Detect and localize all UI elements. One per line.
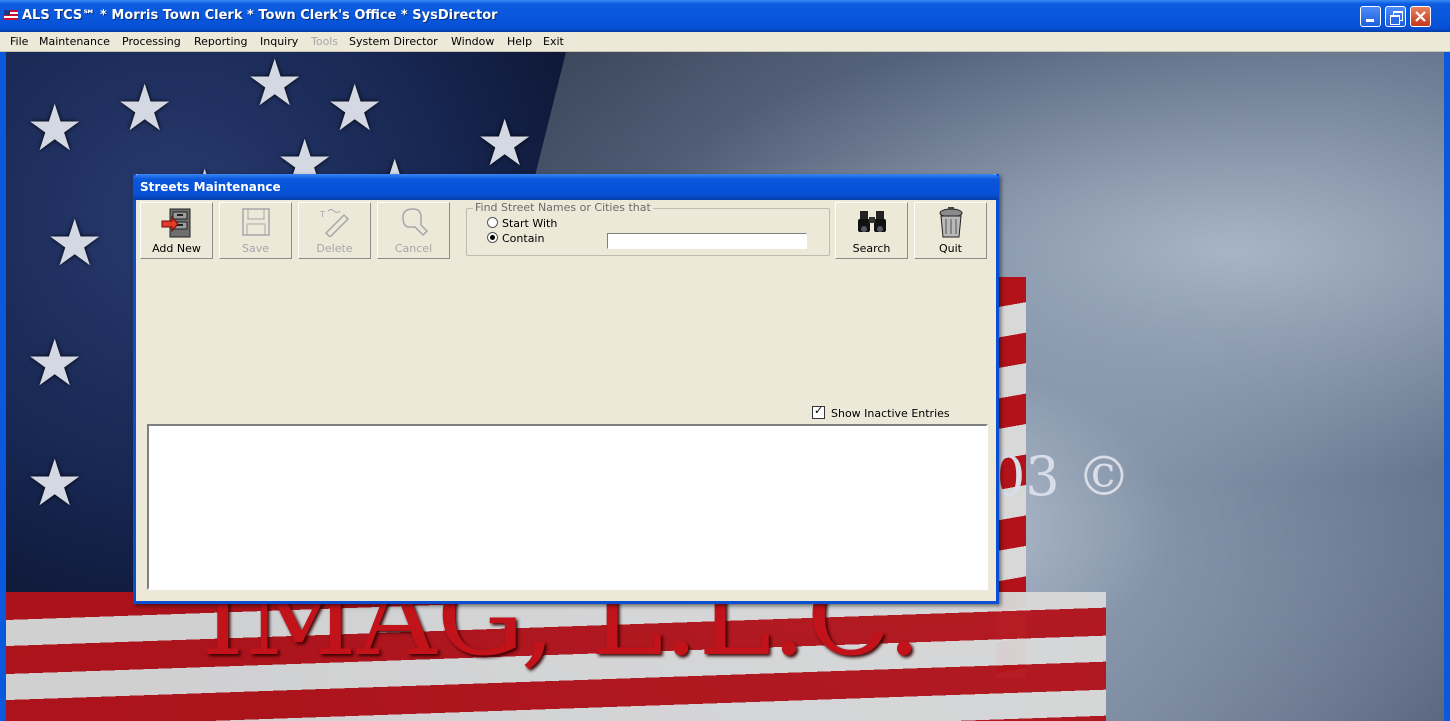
cancel-button[interactable]: Cancel [377,202,450,259]
star-icon: ★ [116,72,174,146]
minimize-icon [1366,19,1374,22]
menu-window[interactable]: Window [451,35,494,48]
quit-button[interactable]: Quit [914,202,987,259]
radio-contain-dot [487,232,498,243]
show-inactive-checkbox[interactable]: Show Inactive Entries [812,404,950,420]
radio-contain-label: Contain [502,232,545,245]
streets-maintenance-dialog: Streets Maintenance Add New Save T Delet… [133,174,999,604]
svg-text:T: T [319,210,325,219]
star-icon: ★ [26,92,84,166]
menu-reporting[interactable]: Reporting [194,35,247,48]
binoculars-icon [857,211,886,232]
trash-can-icon [939,207,962,238]
search-label: Search [852,242,891,255]
find-group-legend: Find Street Names or Cities that [473,201,653,214]
menu-help[interactable]: Help [507,35,532,48]
restore-icon-front [1390,15,1400,25]
star-icon: ★ [326,72,384,146]
find-street-group: Find Street Names or Cities that Start W… [466,201,830,256]
undo-hand-icon [401,208,428,237]
add-new-button[interactable]: Add New [140,202,213,259]
checkbox-checked-icon [812,404,825,419]
radio-contain[interactable]: Contain [487,232,544,245]
quit-label: Quit [939,242,962,255]
delete-button[interactable]: T Delete [298,202,371,259]
save-label: Save [241,242,269,255]
menu-exit[interactable]: Exit [543,35,564,48]
add-new-icon [161,208,190,238]
radio-start-with-dot [487,217,498,228]
close-icon [1415,11,1426,22]
add-new-label: Add New [152,242,201,255]
restore-button[interactable] [1385,6,1406,27]
menu-processing[interactable]: Processing [122,35,181,48]
close-button[interactable] [1410,6,1431,27]
eraser-icon: T [319,209,349,237]
dialog-titlebar: Streets Maintenance [133,174,999,200]
star-icon: ★ [26,447,84,521]
delete-label: Delete [316,242,353,255]
find-street-input[interactable] [607,233,807,249]
flag-app-icon [4,10,18,20]
dialog-title: Streets Maintenance [140,180,281,194]
minimize-button[interactable] [1360,6,1381,27]
star-icon: ★ [476,107,534,181]
streets-list[interactable] [147,424,988,590]
save-button[interactable]: Save [219,202,292,259]
dialog-toolbar: Add New Save T Delete Cancel Find Street… [140,201,991,262]
main-titlebar: ALS TCS℠ * Morris Town Clerk * Town Cler… [0,0,1450,32]
radio-start-with[interactable]: Start With [487,217,557,230]
menu-system-director[interactable]: System Director [349,35,438,48]
window-title: ALS TCS℠ * Morris Town Clerk * Town Cler… [22,8,498,23]
menu-file[interactable]: File [10,35,28,48]
star-icon: ★ [246,52,304,121]
search-button[interactable]: Search [835,202,908,259]
menu-maintenance[interactable]: Maintenance [39,35,110,48]
star-icon: ★ [46,207,104,281]
background-copyright-text: 03 © [991,445,1131,508]
menu-tools[interactable]: Tools [311,35,338,48]
menu-inquiry[interactable]: Inquiry [260,35,298,48]
cancel-label: Cancel [394,242,433,255]
show-inactive-label: Show Inactive Entries [831,407,950,420]
star-icon: ★ [26,327,84,401]
menu-bar: File Maintenance Processing Reporting In… [0,32,1450,52]
radio-start-with-label: Start With [502,217,558,230]
floppy-disk-icon [241,208,270,236]
